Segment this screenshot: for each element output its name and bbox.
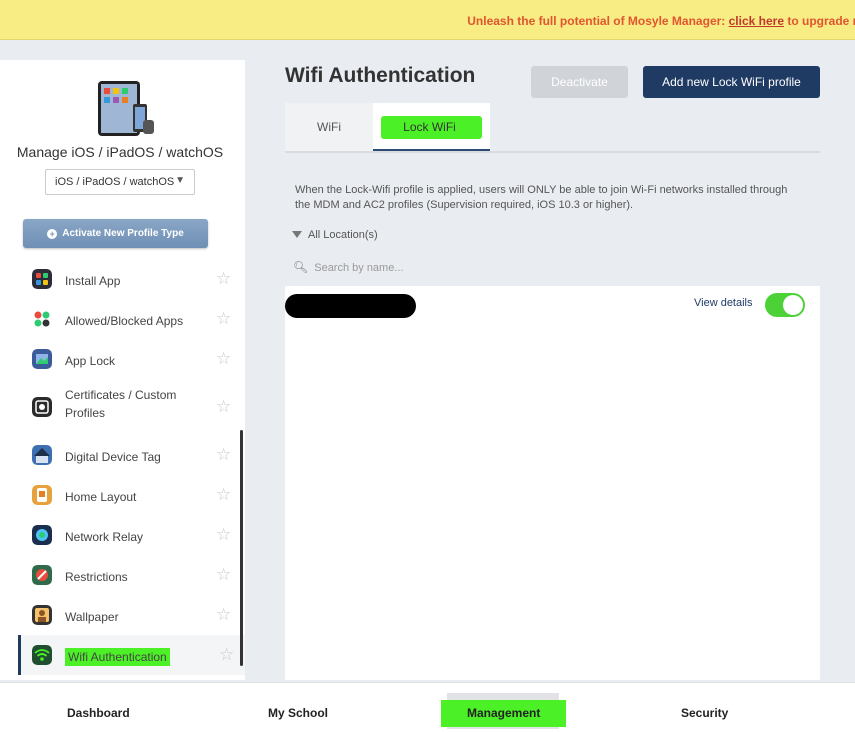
network-relay-icon [32, 525, 52, 545]
bottom-nav: Dashboard My School Management Security [0, 682, 855, 733]
sidebar-item-label: Wallpaper [65, 610, 119, 624]
search-input[interactable]: 🔍︎ Search by name... [293, 260, 404, 274]
sidebar-item-label: Network Relay [65, 530, 144, 544]
tab-bar: WiFi Lock WiFi [285, 103, 820, 153]
star-icon[interactable]: ☆ [216, 565, 231, 585]
nav-security[interactable]: Security [681, 706, 728, 720]
certificates-icon [32, 397, 52, 417]
sidebar-item-label: Wifi Authentication [65, 648, 170, 666]
nav-dashboard[interactable]: Dashboard [67, 706, 130, 720]
digital-device-tag-icon [32, 445, 52, 465]
sidebar-item-certificates[interactable]: Certificates / Custom Profiles ☆ [18, 379, 245, 435]
sidebar-item-label: Allowed/Blocked Apps [65, 314, 184, 328]
sidebar-item-restrictions[interactable]: Restrictions ☆ [18, 555, 245, 595]
tab-lock-wifi-label: Lock WiFi [381, 116, 482, 139]
tab-wifi[interactable]: WiFi [285, 103, 373, 151]
os-select[interactable]: iOS / iPadOS / watchOS ▼ [45, 169, 195, 195]
star-icon[interactable]: ☆ [216, 605, 231, 625]
redacted-profile-name [285, 294, 416, 318]
sidebar-title: Manage iOS / iPadOS / watchOS [16, 144, 224, 160]
upgrade-banner: Unleash the full potential of Mosyle Man… [0, 0, 855, 40]
view-details-link[interactable]: View details [694, 297, 753, 309]
sidebar-item-home-layout[interactable]: Home Layout ☆ [18, 475, 245, 515]
star-icon[interactable]: ☆ [216, 445, 231, 465]
tab-lock-wifi[interactable]: Lock WiFi [373, 103, 490, 151]
app-lock-icon [32, 349, 52, 369]
sidebar-item-network-relay[interactable]: Network Relay ☆ [18, 515, 245, 555]
sidebar-item-wallpaper[interactable]: Wallpaper ☆ [18, 595, 245, 635]
activate-button-label: Activate New Profile Type [62, 228, 184, 239]
install-app-icon [32, 269, 52, 289]
banner-text: Unleash the full potential of Mosyle Man… [467, 14, 855, 28]
toggle-knob [783, 295, 803, 315]
sidebar-item-allowed-blocked-apps[interactable]: Allowed/Blocked Apps ☆ [18, 299, 245, 339]
location-filter[interactable]: All Location(s) [292, 229, 378, 241]
click-here-link[interactable]: click here [729, 14, 784, 28]
sidebar-item-app-lock[interactable]: App Lock ☆ [18, 339, 245, 379]
nav-my-school[interactable]: My School [268, 706, 328, 720]
tab-wifi-label: WiFi [317, 120, 341, 134]
sidebar-item-label: Home Layout [65, 490, 137, 504]
banner-message: Unleash the full potential of Mosyle Man… [467, 14, 729, 28]
wallpaper-icon [32, 605, 52, 625]
sidebar-item-label: Restrictions [65, 570, 128, 584]
profile-enabled-toggle[interactable] [765, 293, 805, 317]
star-icon[interactable]: ☆ [216, 525, 231, 545]
nav-management[interactable]: Management [441, 700, 567, 727]
banner-suffix: to upgrade n [784, 14, 855, 28]
star-icon[interactable]: ☆ [219, 645, 234, 665]
sidebar-item-label: Install App [65, 274, 121, 288]
search-icon: 🔍︎ [293, 260, 309, 274]
plus-icon: + [47, 229, 58, 239]
sidebar-item-label: Digital Device Tag [65, 450, 161, 464]
allowed-blocked-apps-icon [32, 309, 52, 329]
lock-wifi-description: When the Lock-Wifi profile is applied, u… [295, 184, 788, 211]
sidebar-item-label: Certificates / Custom Profiles [65, 388, 177, 420]
page-title: Wifi Authentication [285, 64, 476, 87]
star-icon[interactable]: ☆ [216, 397, 231, 417]
restrictions-icon [32, 565, 52, 585]
sidebar-item-install-app[interactable]: Install App ☆ [18, 259, 245, 299]
ipad-device-icon [98, 81, 154, 136]
activate-profile-type-button[interactable]: + Activate New Profile Type [23, 219, 208, 248]
add-lock-wifi-profile-button[interactable]: Add new Lock WiFi profile [643, 66, 820, 98]
wifi-icon [32, 645, 52, 665]
search-placeholder: Search by name... [314, 262, 404, 274]
os-select-value: iOS / iPadOS / watchOS [55, 176, 175, 188]
sidebar-item-digital-device-tag[interactable]: Digital Device Tag ☆ [18, 435, 245, 475]
chevron-down-icon: ▼ [175, 175, 185, 186]
sidebar-item-label: App Lock [65, 354, 116, 368]
star-icon[interactable]: ☆ [216, 309, 231, 329]
sidebar: Manage iOS / iPadOS / watchOS iOS / iPad… [0, 60, 245, 680]
home-layout-icon [32, 485, 52, 505]
star-icon[interactable]: ☆ [216, 485, 231, 505]
location-filter-label: All Location(s) [308, 229, 378, 241]
star-icon[interactable]: ☆ [216, 349, 231, 369]
profile-menu: Install App ☆ Allowed/Blocked Apps ☆ App… [18, 259, 245, 675]
sidebar-scrollbar[interactable] [240, 430, 243, 666]
profile-list: View details [285, 286, 820, 680]
star-icon[interactable]: ☆ [216, 269, 231, 289]
sidebar-item-wifi-authentication[interactable]: Wifi Authentication ☆ [18, 635, 245, 675]
deactivate-button[interactable]: Deactivate [531, 66, 628, 98]
filter-icon [292, 231, 302, 238]
